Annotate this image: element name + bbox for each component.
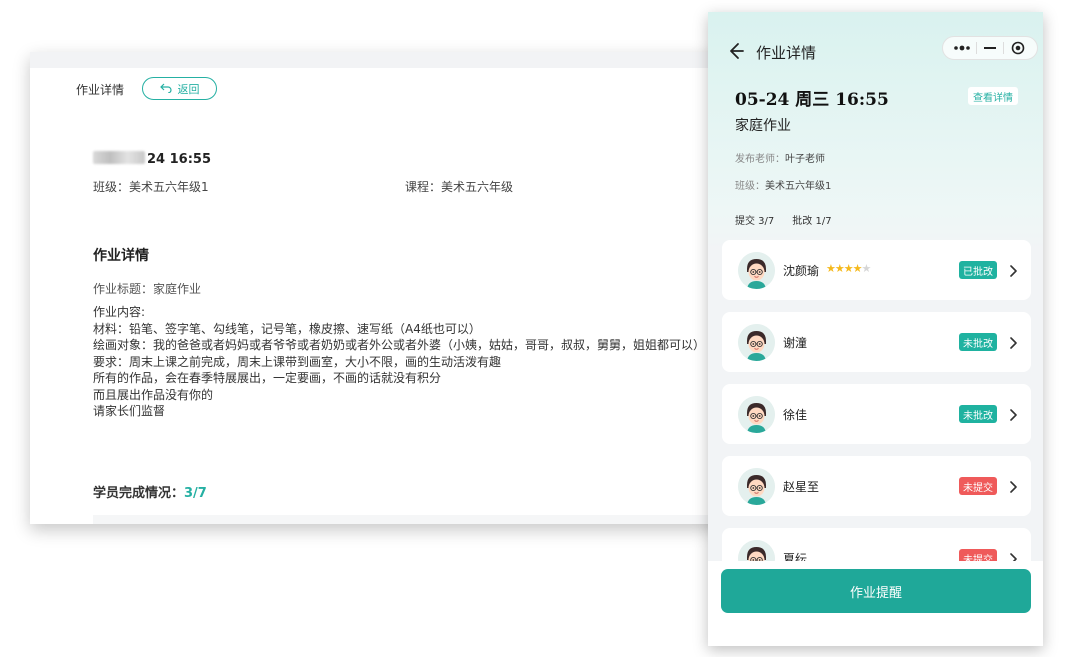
status-badge: 未提交 — [959, 477, 997, 495]
student-avatar — [738, 252, 775, 289]
student-card[interactable]: 徐佳 未批改 — [722, 384, 1031, 444]
status-badge: 已批改 — [959, 261, 997, 279]
content-line: 请家长们监督 — [93, 404, 166, 418]
student-name: 赵星至 — [783, 480, 820, 494]
star-icon: ★ — [852, 262, 863, 275]
page-title: 作业详情 — [76, 83, 125, 97]
class-info: 班级：美术五六年级1 — [93, 180, 209, 194]
class-info: 班级：美术五六年级1 — [735, 181, 832, 192]
submission-stats: 提交 3/7 批改 1/7 — [735, 212, 832, 227]
chevron-right-icon — [1008, 263, 1018, 277]
back-button-label: 返回 — [177, 82, 200, 96]
status-badge: 未批改 — [959, 333, 997, 351]
blurred-date — [93, 151, 145, 164]
view-detail-button[interactable]: 查看详情 — [968, 87, 1018, 105]
student-card[interactable]: 谢潼 未批改 — [722, 312, 1031, 372]
homework-remind-button[interactable]: 作业提醒 — [721, 569, 1031, 613]
chevron-right-icon — [1008, 407, 1018, 421]
minimize-icon[interactable] — [977, 38, 1003, 58]
homework-content: 作业内容: 材料：铅笔、签字笔、勾线笔，记号笔，橡皮擦、速写纸（A4纸也可以） … — [93, 304, 705, 420]
more-dots-icon[interactable] — [949, 38, 975, 58]
return-icon — [159, 83, 172, 95]
content-line: 而且展出作品没有你的 — [93, 387, 214, 402]
homework-type: 家庭作业 — [735, 118, 791, 134]
table-header-hint — [93, 515, 730, 524]
star-rating: ★★★★★ — [826, 262, 872, 275]
graded-count: 批改 1/7 — [792, 216, 832, 227]
content-line: 绘画对象：我的爸爸或者妈妈或者爷爷或者奶奶或者外公或者外婆（小姨，姑姑，哥哥，叔… — [93, 338, 706, 352]
mobile-homework-panel: 作业详情 05-24 周三 16:55 查看详情 家庭作业 发布老师：叶子老师 … — [708, 12, 1043, 646]
target-close-icon[interactable] — [1005, 38, 1031, 58]
content-line: 所有的作品，会在春季特展展出，一定要画，不画的话就没有积分 — [93, 371, 442, 385]
section-title: 作业详情 — [93, 248, 149, 264]
content-line: 要求：周末上课之前完成，周末上课带到画室，大小不限，画的生动活泼有趣 — [93, 354, 502, 369]
content-line: 材料：铅笔、签字笔、勾线笔，记号笔，橡皮擦、速写纸（A4纸也可以） — [93, 321, 481, 336]
student-name: 谢潼 — [783, 336, 808, 350]
star-icon: ★ — [826, 262, 836, 275]
back-button[interactable]: 返回 — [142, 77, 217, 100]
star-icon: ★ — [861, 262, 872, 275]
student-completion: 学员完成情况：3/7 — [93, 486, 207, 501]
submitted-count: 提交 3/7 — [735, 216, 775, 227]
homework-date: 05-24 周三 16:55 — [735, 90, 889, 110]
star-icon: ★ — [834, 262, 845, 275]
mini-program-capsule — [942, 36, 1038, 60]
student-card[interactable]: 赵星至 未提交 — [722, 456, 1031, 516]
status-badge: 未批改 — [959, 405, 997, 423]
completion-value: 3/7 — [184, 486, 207, 501]
student-avatar — [738, 468, 775, 505]
student-name: 沈颜瑜 — [783, 264, 820, 278]
course-info: 课程：美术五六年级 — [405, 180, 514, 194]
student-avatar — [738, 396, 775, 433]
top-strip — [30, 52, 730, 68]
homework-subject: 作业标题：家庭作业 — [93, 282, 202, 296]
desktop-homework-panel: 作业详情 返回 24 16:55 班级：美术五六年级1 课程：美术五六年级 作业… — [30, 52, 730, 524]
chevron-right-icon — [1008, 479, 1018, 493]
chevron-right-icon — [1008, 335, 1018, 349]
teacher-info: 发布老师：叶子老师 — [735, 154, 825, 165]
nav-title: 作业详情 — [756, 44, 817, 62]
student-avatar — [738, 324, 775, 361]
star-icon: ★ — [843, 262, 854, 275]
content-line: 作业内容: — [93, 305, 146, 319]
student-card[interactable]: 沈颜瑜 ★★★★★ 已批改 — [722, 240, 1031, 300]
student-name: 徐佳 — [783, 408, 808, 422]
arrow-left-icon[interactable] — [724, 40, 746, 62]
homework-datetime: 24 16:55 — [93, 151, 211, 167]
